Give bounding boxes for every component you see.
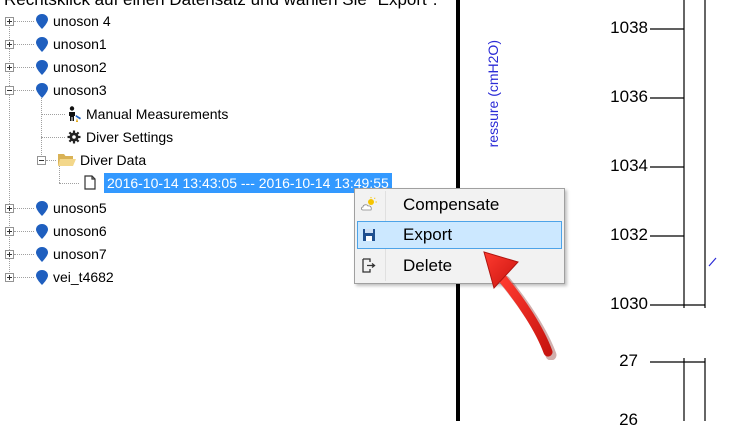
tree-item-unoson-4[interactable]: unoson 4 [53, 10, 111, 32]
station-pin-icon [36, 247, 48, 262]
station-pin-icon [36, 37, 48, 52]
folder-open-icon [58, 154, 76, 166]
expand-toggle[interactable] [5, 227, 14, 236]
station-pin-icon [36, 270, 48, 285]
y-tick-label: 1030 [610, 294, 648, 313]
menu-item-label: Compensate [403, 195, 500, 214]
gear-icon [67, 130, 81, 144]
expand-toggle[interactable] [5, 250, 14, 259]
tree-item-label: unoson7 [53, 246, 107, 262]
expand-toggle[interactable] [5, 204, 14, 213]
menu-item-label: Delete [403, 256, 453, 275]
tree-item-label: unoson 4 [53, 13, 111, 29]
tree-item-unoson7[interactable]: unoson7 [53, 243, 107, 265]
tree-connector [9, 22, 10, 280]
station-pin-icon [36, 224, 48, 239]
manual-measurement-icon [69, 106, 81, 122]
tree-item-label: unoson1 [53, 36, 107, 52]
station-pin-icon [36, 201, 48, 216]
station-pin-icon [36, 83, 48, 98]
menu-item-label: Export [403, 225, 453, 244]
y-tick-label: 1034 [610, 156, 648, 175]
tree-connector [59, 183, 79, 184]
document-icon [84, 175, 96, 190]
tree-item-dataset-selected[interactable]: 2016-10-14 13:43:05 --- 2016-10-14 13:49… [104, 173, 392, 193]
expand-toggle[interactable] [5, 63, 14, 72]
y-tick-label: 1032 [610, 225, 648, 244]
tree-connector [14, 208, 34, 209]
station-pin-icon [36, 60, 48, 75]
tree-item-unoson3[interactable]: unoson3 [53, 79, 107, 101]
tree-item-label: unoson2 [53, 59, 107, 75]
expand-toggle[interactable] [5, 40, 14, 49]
menu-item-compensate[interactable]: Compensate [357, 191, 562, 219]
tree-connector [14, 277, 34, 278]
tree-item-unoson5[interactable]: unoson5 [53, 197, 107, 219]
expand-toggle[interactable] [5, 273, 14, 282]
tree-connector [41, 98, 42, 161]
tree-item-label: Diver Data [80, 152, 147, 168]
station-pin-icon [36, 14, 48, 29]
tree-connector [14, 231, 34, 232]
expand-toggle[interactable] [5, 17, 14, 26]
tree-item-diver-settings[interactable]: Diver Settings [86, 126, 173, 148]
annotation-arrow-icon [483, 251, 557, 360]
save-icon [363, 229, 375, 241]
tree-item-label: unoson6 [53, 223, 107, 239]
tree-item-unoson2[interactable]: unoson2 [53, 56, 107, 78]
tree-connector [14, 21, 34, 22]
tree-item-vei-t4682[interactable]: vei_t4682 [53, 266, 114, 288]
tree-connector [59, 166, 60, 183]
tree-connector [14, 90, 34, 91]
tree-item-label: unoson5 [53, 200, 107, 216]
tree-connector [41, 137, 65, 138]
weather-icon [361, 197, 377, 211]
tree-item-label: Diver Settings [86, 129, 174, 145]
tree-item-label: unoson3 [53, 82, 107, 98]
tree-connector [14, 67, 34, 68]
tree-item-label: Manual Measurements [86, 106, 229, 122]
y-tick-label: 1038 [610, 18, 648, 37]
y-tick-label: 27 [619, 351, 638, 370]
delete-icon [362, 258, 376, 273]
y-tick-label: 1036 [610, 87, 648, 106]
tree-connector [46, 160, 56, 161]
collapse-toggle[interactable] [5, 86, 14, 95]
tree-connector [14, 254, 34, 255]
collapse-toggle[interactable] [37, 156, 46, 165]
tree-item-diver-data[interactable]: Diver Data [80, 149, 146, 171]
tree-item-unoson1[interactable]: unoson1 [53, 33, 107, 55]
tree-item-manual-measurements[interactable]: Manual Measurements [86, 103, 228, 125]
tree-item-label: vei_t4682 [53, 269, 114, 285]
tree-connector [14, 44, 34, 45]
tree-item-unoson6[interactable]: unoson6 [53, 220, 107, 242]
y-tick-label: 26 [619, 410, 638, 429]
tree-connector [41, 114, 65, 115]
